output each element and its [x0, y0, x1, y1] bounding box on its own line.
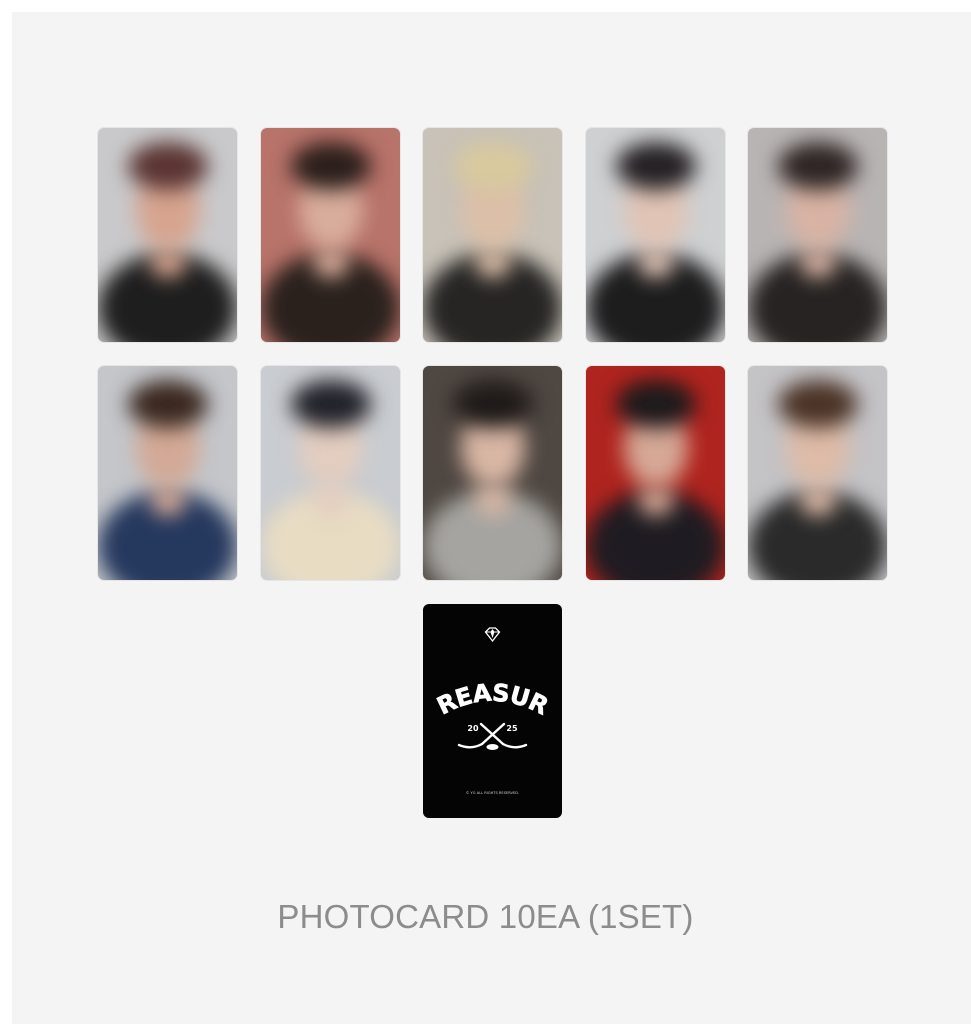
puck-icon: [486, 744, 499, 750]
product-caption: PHOTOCARD 10EA (1SET): [277, 898, 694, 935]
photocard: [98, 366, 237, 580]
photocard: [586, 366, 725, 580]
photocard: [423, 128, 562, 342]
photocard: [261, 128, 400, 342]
photocard: [98, 128, 237, 342]
brand-wordmark: TREASURE: [423, 604, 552, 720]
diamond-logo-icon: [484, 627, 501, 643]
photocard-back: TREASURE 20 25 © YG ALL RIGHTS RESERVED.: [423, 604, 562, 818]
photocard: [748, 128, 887, 342]
photocard: [748, 366, 887, 580]
photocard-back-art: TREASURE 20 25 © YG ALL RIGHTS RESERVED.: [423, 604, 553, 795]
year-left: 20: [467, 724, 479, 733]
photocard: [586, 128, 725, 342]
photocard: [261, 366, 400, 580]
photocard: [423, 366, 562, 580]
year-right: 25: [506, 724, 518, 733]
copyright-text: © YG ALL RIGHTS RESERVED.: [466, 791, 519, 795]
